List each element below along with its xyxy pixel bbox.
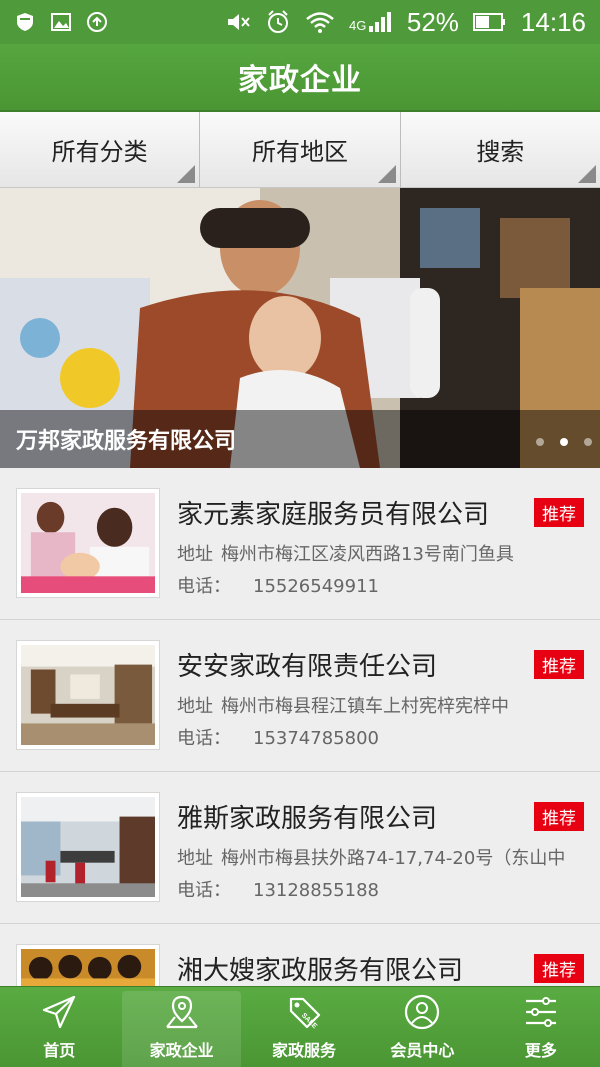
- nav-companies[interactable]: 家政企业: [122, 991, 241, 1067]
- carousel-dot-active[interactable]: [560, 438, 568, 446]
- company-thumbnail: [16, 488, 160, 598]
- bottom-navigation: 首页 家政企业 SALE 家政服务 会员中心 更多: [0, 986, 600, 1067]
- dropdown-corner-icon: [377, 165, 396, 183]
- search-label: 搜索: [476, 138, 525, 166]
- address-value: 梅州市梅江区凌风西路13号南门鱼具: [221, 544, 514, 565]
- company-name: 家元素家庭服务员有限公司: [177, 500, 490, 530]
- upload-icon: [86, 11, 108, 33]
- sliders-icon: [525, 997, 556, 1027]
- filter-bar: 所有分类 所有地区 搜索: [0, 112, 600, 188]
- company-phone: 电话： 15526549911: [177, 572, 379, 598]
- company-name: 雅斯家政服务有限公司: [177, 804, 438, 834]
- list-item[interactable]: 湘大嫂家政服务有限公司 推荐: [0, 924, 600, 986]
- list-item[interactable]: 安安家政有限责任公司 推荐 地址 梅州市梅县程江镇车上村宪梓宪梓中 电话： 1537…: [0, 620, 600, 772]
- nav-more[interactable]: 更多: [482, 987, 600, 1067]
- carousel-indicators: [536, 438, 592, 446]
- company-thumbnail: [16, 640, 160, 750]
- nav-member-center[interactable]: 会员中心: [363, 987, 481, 1067]
- map-pin-icon: [165, 995, 198, 1029]
- recommend-badge: 推荐: [534, 650, 584, 679]
- banner-caption: 万邦家政服务有限公司: [0, 410, 600, 468]
- company-thumbnail: [16, 792, 160, 902]
- mute-icon: [225, 10, 251, 34]
- company-address: 地址 梅州市梅县扶外路74-17,74-20号（东山中: [177, 844, 589, 870]
- dropdown-corner-icon: [177, 165, 196, 183]
- address-value: 梅州市梅县程江镇车上村宪梓宪梓中: [221, 696, 509, 717]
- company-phone: 电话： 13128855188: [177, 876, 379, 902]
- company-name: 安安家政有限责任公司: [177, 652, 438, 682]
- phone-label: 电话：: [177, 728, 231, 749]
- region-filter-label: 所有地区: [251, 138, 348, 166]
- company-name: 湘大嫂家政服务有限公司: [177, 956, 464, 986]
- carousel-dot[interactable]: [536, 438, 544, 446]
- nav-services-label: 家政服务: [272, 1041, 337, 1060]
- wifi-icon: [305, 10, 335, 34]
- signal-icon: 4G: [349, 10, 393, 34]
- battery-icon: [472, 12, 507, 32]
- battery-percent: 52%: [406, 6, 459, 37]
- page-title: 家政企业: [238, 63, 362, 98]
- nav-more-label: 更多: [524, 1041, 557, 1060]
- region-filter-button[interactable]: 所有地区: [200, 112, 401, 188]
- carousel-dot[interactable]: [584, 438, 592, 446]
- company-thumbnail: [16, 944, 160, 986]
- banner-caption-text: 万邦家政服务有限公司: [16, 429, 237, 454]
- nav-home[interactable]: 首页: [0, 987, 118, 1067]
- address-label: 地址: [177, 696, 213, 717]
- company-address: 地址 梅州市梅江区凌风西路13号南门鱼具: [177, 540, 589, 566]
- phone-value: 13128855188: [253, 880, 379, 901]
- status-bar: 4G 52% 14:16: [0, 0, 600, 44]
- send-icon: [43, 995, 76, 1029]
- user-icon: [405, 994, 440, 1030]
- nav-companies-label: 家政企业: [149, 1041, 214, 1060]
- nav-member-label: 会员中心: [390, 1041, 455, 1060]
- category-filter-label: 所有分类: [51, 138, 148, 166]
- search-button[interactable]: 搜索: [400, 112, 600, 188]
- nav-home-label: 首页: [43, 1041, 76, 1060]
- recommend-badge: 推荐: [534, 498, 584, 527]
- dropdown-corner-icon: [577, 165, 596, 183]
- address-label: 地址: [177, 848, 213, 869]
- list-item[interactable]: 家元素家庭服务员有限公司 推荐 地址 梅州市梅江区凌风西路13号南门鱼具 电话： 1…: [0, 468, 600, 620]
- svg-text:4G: 4G: [349, 18, 366, 33]
- address-label: 地址: [177, 544, 213, 565]
- phone-label: 电话：: [177, 576, 231, 597]
- banner-carousel[interactable]: 万邦家政服务有限公司: [0, 188, 600, 468]
- phone-value: 15374785800: [253, 728, 379, 749]
- phone-label: 电话：: [177, 880, 231, 901]
- shield-icon: [14, 11, 36, 33]
- company-address: 地址 梅州市梅县程江镇车上村宪梓宪梓中: [177, 692, 589, 718]
- image-icon: [50, 12, 72, 32]
- category-filter-button[interactable]: 所有分类: [0, 112, 201, 188]
- nav-services[interactable]: SALE 家政服务: [245, 987, 363, 1067]
- company-phone: 电话： 15374785800: [177, 724, 379, 750]
- recommend-badge: 推荐: [534, 802, 584, 831]
- address-value: 梅州市梅县扶外路74-17,74-20号（东山中: [221, 848, 566, 869]
- phone-value: 15526549911: [253, 576, 379, 597]
- alarm-icon: [265, 9, 291, 35]
- recommend-badge: 推荐: [534, 954, 584, 983]
- list-item[interactable]: 雅斯家政服务有限公司 推荐 地址 梅州市梅县扶外路74-17,74-20号（东山中…: [0, 772, 600, 924]
- clock: 14:16: [520, 6, 586, 37]
- company-list: 家元素家庭服务员有限公司 推荐 地址 梅州市梅江区凌风西路13号南门鱼具 电话： 1…: [0, 468, 600, 986]
- tag-icon: SALE: [289, 997, 321, 1030]
- app-header: 家政企业: [0, 44, 600, 112]
